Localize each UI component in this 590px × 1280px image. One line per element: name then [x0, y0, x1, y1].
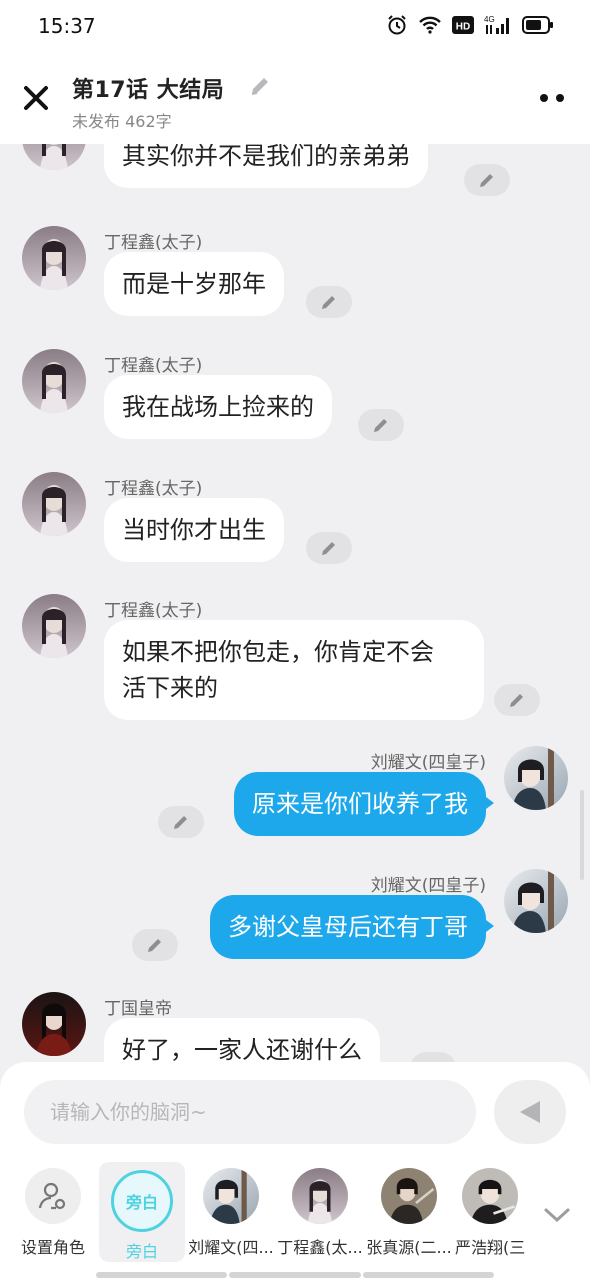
role-selector: 设置角色 旁白 旁白 刘耀文(四... 丁程鑫(太... 张真源(二... 严浩… [0, 1162, 590, 1272]
status-bar: 15:37 HD 4G [0, 0, 590, 54]
pencil-icon [322, 542, 335, 555]
message-bubble[interactable]: 而是十岁那年 [104, 252, 284, 316]
avatar[interactable] [504, 869, 568, 933]
header: 第17话 大结局 未发布 462字 [0, 54, 590, 144]
edit-title-button[interactable] [248, 74, 272, 98]
send-button[interactable] [494, 1080, 566, 1144]
more-dots-icon [540, 94, 564, 102]
hd-icon: HD [452, 15, 474, 39]
avatar[interactable] [504, 746, 568, 810]
wifi-icon [418, 15, 442, 39]
message-input[interactable]: 请输入你的脑洞~ [24, 1080, 476, 1144]
pencil-icon [148, 939, 161, 952]
avatar[interactable] [22, 349, 86, 413]
avatar [203, 1168, 259, 1224]
message-bubble[interactable]: 多谢父皇母后还有丁哥 [210, 895, 494, 959]
expand-roles-button[interactable] [540, 1202, 574, 1226]
page-title: 第17话 大结局 [72, 78, 225, 103]
avatar [292, 1168, 348, 1224]
message-bubble[interactable]: 其实你并不是我们的亲弟弟 [104, 144, 428, 188]
edit-message-button[interactable] [158, 806, 204, 838]
edit-message-button[interactable] [306, 286, 352, 318]
edit-message-button[interactable] [464, 164, 510, 196]
more-button[interactable] [536, 90, 568, 104]
role-label: 张真源(二... [366, 1238, 452, 1257]
role-liuyaowen[interactable]: 刘耀文(四... [188, 1168, 274, 1258]
role-zhangzhenyuan[interactable]: 张真源(二... [366, 1168, 452, 1258]
close-button[interactable] [20, 82, 52, 114]
pencil-icon [251, 78, 268, 95]
message-bubble[interactable]: 如果不把你包走，你肯定不会 活下来的 [104, 620, 484, 720]
sender-name: 刘耀文(四皇子) [370, 876, 486, 896]
edit-message-button[interactable] [132, 929, 178, 961]
scrollbar[interactable] [580, 790, 584, 880]
pencil-icon [480, 174, 493, 187]
signal-icon: 4G [484, 14, 512, 40]
battery-icon [522, 15, 554, 39]
avatar[interactable] [22, 594, 86, 658]
message-bubble[interactable]: 好了，一家人还谢什么 [104, 1018, 380, 1064]
pencil-icon [374, 419, 387, 432]
sender-name: 丁程鑫(太子) [104, 356, 203, 376]
role-label: 旁白 [125, 1242, 158, 1261]
chat-area[interactable]: 其实你并不是我们的亲弟弟 丁程鑫(太子) 而是十岁那年 丁程鑫(太子) 我在战场… [0, 144, 590, 1064]
edit-message-button[interactable] [358, 409, 404, 441]
pencil-icon [322, 296, 335, 309]
avatar [462, 1168, 518, 1224]
chevron-down-icon [544, 1208, 570, 1223]
avatar[interactable] [22, 472, 86, 536]
edit-message-button[interactable] [494, 684, 540, 716]
status-icons: HD 4G [386, 14, 554, 40]
publish-status: 未发布 462字 [72, 112, 172, 131]
role-label: 丁程鑫(太... [277, 1238, 363, 1257]
sender-name: 丁国皇帝 [104, 999, 172, 1019]
message-line: 如果不把你包走，你肯定不会 [122, 638, 434, 666]
pencil-icon [174, 816, 187, 829]
sender-name: 刘耀文(四皇子) [370, 753, 486, 773]
role-narrator[interactable]: 旁白 旁白 [99, 1162, 185, 1262]
role-label: 设置角色 [20, 1238, 85, 1257]
sender-name: 丁程鑫(太子) [104, 233, 203, 253]
message-bubble[interactable]: 我在战场上捡来的 [104, 375, 332, 439]
avatar[interactable] [22, 226, 86, 290]
nav-gesture-bar [96, 1272, 494, 1278]
sender-name: 丁程鑫(太子) [104, 601, 203, 621]
edit-message-button[interactable] [306, 532, 352, 564]
alarm-icon [386, 14, 408, 40]
avatar [381, 1168, 437, 1224]
status-time: 15:37 [38, 14, 96, 38]
message-bubble[interactable]: 当时你才出生 [104, 498, 284, 562]
set-role-button[interactable]: 设置角色 [10, 1168, 96, 1258]
role-dingchengxin[interactable]: 丁程鑫(太... [277, 1168, 363, 1258]
role-label: 严浩翔(三 [455, 1238, 525, 1257]
role-yanhaoxiang[interactable]: 严浩翔(三 [455, 1168, 525, 1258]
role-label: 刘耀文(四... [188, 1238, 274, 1257]
avatar[interactable] [22, 992, 86, 1056]
send-icon [520, 1101, 540, 1123]
pencil-icon [510, 694, 523, 707]
svg-text:HD: HD [456, 22, 470, 33]
narrator-badge: 旁白 [111, 1170, 173, 1232]
avatar[interactable] [22, 144, 86, 170]
person-settings-icon [25, 1168, 81, 1224]
sender-name: 丁程鑫(太子) [104, 479, 203, 499]
close-icon [24, 86, 48, 110]
svg-text:4G: 4G [484, 15, 495, 24]
message-bubble[interactable]: 原来是你们收养了我 [234, 772, 494, 836]
input-panel: 请输入你的脑洞~ 设置角色 旁白 旁白 刘耀文(四... 丁程鑫(太... 张真… [0, 1062, 590, 1280]
message-line: 活下来的 [122, 674, 218, 702]
